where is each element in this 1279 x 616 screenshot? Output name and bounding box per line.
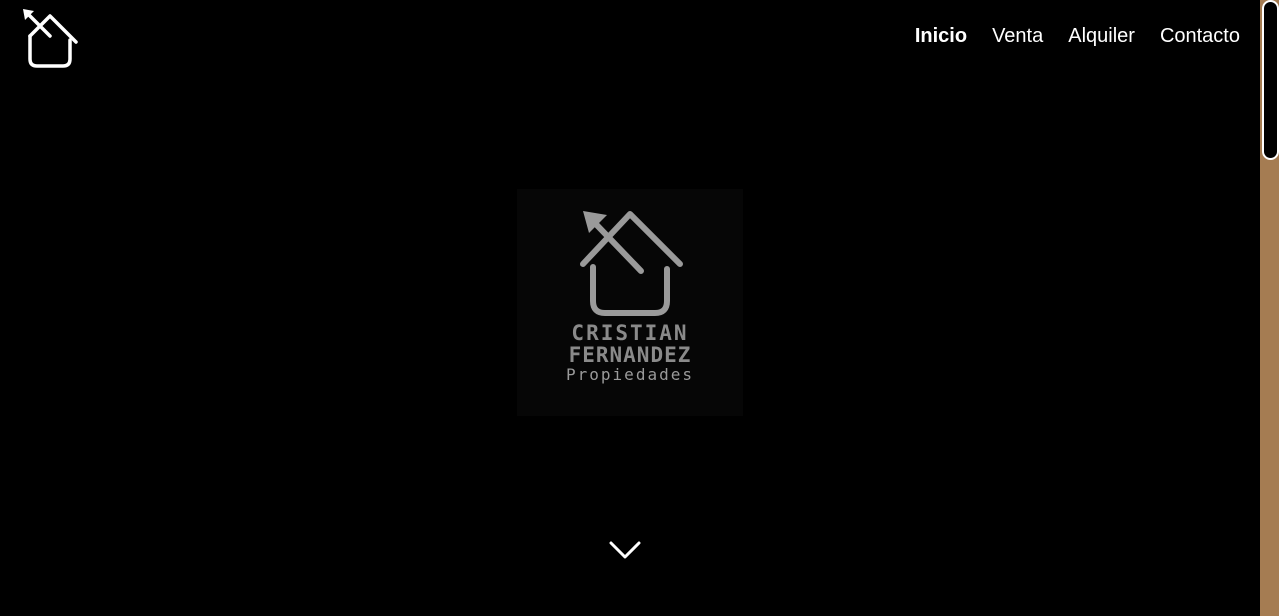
nav-item-inicio[interactable]: Inicio — [915, 24, 967, 48]
hero-name-line2: FERNANDEZ — [568, 343, 692, 367]
main-nav: Inicio Venta Alquiler Contacto — [890, 24, 1240, 48]
nav-item-alquiler[interactable]: Alquiler — [1068, 24, 1135, 48]
hero-tagline: Propiedades — [566, 365, 694, 384]
nav-item-contacto[interactable]: Contacto — [1160, 24, 1240, 48]
brand-logo[interactable] — [20, 8, 80, 68]
chevron-down-icon — [609, 541, 641, 559]
page: Inicio Venta Alquiler Contacto CRISTIAN … — [0, 0, 1279, 616]
scrollbar-thumb[interactable] — [1262, 0, 1279, 160]
hero-name-line1: CRISTIAN — [571, 321, 689, 345]
hero-logo: CRISTIAN FERNANDEZ Propiedades — [517, 189, 743, 416]
house-arrow-logo-icon — [580, 211, 683, 316]
scroll-down-button[interactable] — [605, 535, 645, 565]
nav-item-venta[interactable]: Venta — [992, 24, 1043, 48]
house-arrow-logo-icon — [23, 9, 78, 68]
